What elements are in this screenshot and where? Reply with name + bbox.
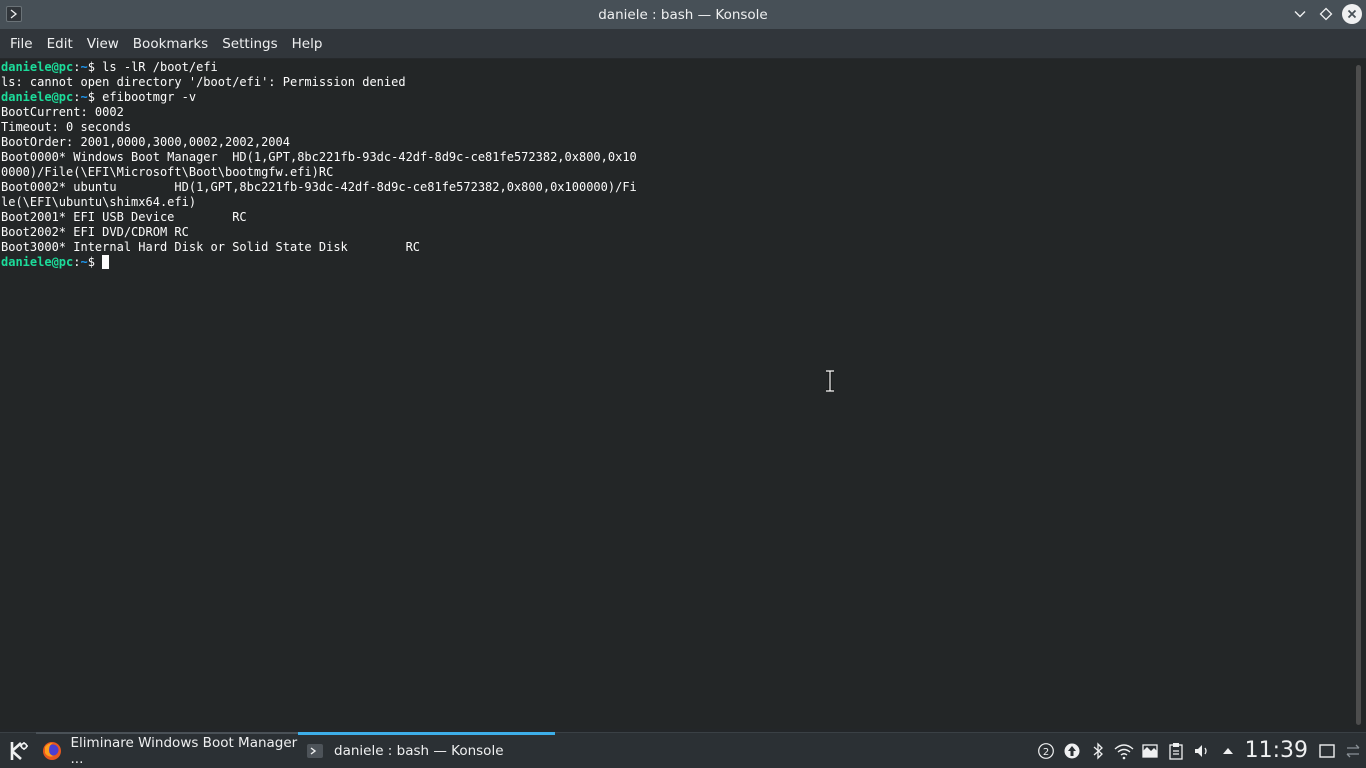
terminal-output-line: Boot0002* ubuntu HD(1,GPT,8bc221fb-93dc-…	[1, 180, 637, 194]
task-firefox[interactable]: Eliminare Windows Boot Manager ...	[36, 731, 298, 768]
terminal-output-line: Timeout: 0 seconds	[1, 120, 132, 134]
maximize-button[interactable]	[1316, 4, 1336, 24]
konsole-icon	[304, 740, 326, 762]
terminal-output-line: BootOrder: 2001,0000,3000,0002,2002,2004	[1, 135, 290, 149]
window-title: daniele : bash — Konsole	[598, 6, 768, 23]
minimize-button[interactable]	[1290, 4, 1310, 24]
svg-text:2: 2	[1042, 747, 1048, 758]
terminal-scrollbar[interactable]	[1352, 59, 1366, 729]
taskbar: Eliminare Windows Boot Manager ... danie…	[0, 731, 1366, 768]
diamond-icon	[1319, 7, 1333, 21]
menu-bookmarks[interactable]: Bookmarks	[127, 29, 214, 59]
menu-view[interactable]: View	[81, 29, 125, 59]
wifi-icon[interactable]	[1111, 733, 1137, 768]
menu-edit[interactable]: Edit	[41, 29, 79, 59]
terminal-output-line: Boot0000* Windows Boot Manager HD(1,GPT,…	[1, 150, 637, 164]
task-konsole[interactable]: daniele : bash — Konsole	[298, 731, 555, 768]
window-titlebar[interactable]: daniele : bash — Konsole	[0, 0, 1366, 29]
close-button[interactable]	[1342, 4, 1362, 24]
chevron-down-icon	[1294, 11, 1306, 18]
text-cursor	[102, 255, 110, 269]
konsole-app-icon[interactable]	[6, 6, 22, 22]
terminal-prompt-line: daniele@pc:~$	[0, 255, 1352, 270]
volume-icon[interactable]	[1189, 733, 1215, 768]
menu-bar: File Edit View Bookmarks Settings Help	[0, 29, 1366, 59]
updates-icon[interactable]	[1059, 733, 1085, 768]
terminal-output-line: Boot2001* EFI USB Device RC	[1, 210, 247, 224]
terminal-output-line: Boot3000* Internal Hard Disk or Solid St…	[1, 240, 421, 254]
mouse-ibeam-cursor-icon	[824, 369, 836, 393]
scrollbar-thumb[interactable]	[1356, 65, 1361, 725]
notifications-icon[interactable]: 2	[1033, 733, 1059, 768]
terminal-area[interactable]: daniele@pc:~$ ls -lR /boot/efi ls: canno…	[0, 59, 1352, 729]
terminal-output-line: 0000)/File(\EFI\Microsoft\Boot\bootmgfw.…	[1, 165, 334, 179]
terminal-prompt-line: daniele@pc:~$ ls -lR /boot/efi	[1, 60, 218, 74]
application-launcher[interactable]	[0, 733, 36, 768]
clock[interactable]: 11:39	[1241, 733, 1314, 768]
terminal-output-line: le(\EFI\ubuntu\shimx64.efi)	[1, 195, 197, 209]
terminal-output-line: Boot2002* EFI DVD/CDROM RC	[1, 225, 189, 239]
close-icon	[1347, 9, 1357, 19]
system-tray: 2 11:39	[1033, 733, 1366, 768]
menu-settings[interactable]: Settings	[216, 29, 283, 59]
bluetooth-icon[interactable]	[1085, 733, 1111, 768]
clipboard-icon[interactable]	[1163, 733, 1189, 768]
panel-settings-icon[interactable]	[1340, 733, 1366, 768]
firefox-icon	[42, 740, 63, 762]
show-desktop-icon[interactable]	[1314, 733, 1340, 768]
menu-help[interactable]: Help	[286, 29, 329, 59]
device-notifier-icon[interactable]	[1137, 733, 1163, 768]
terminal-output-line: ls: cannot open directory '/boot/efi': P…	[1, 75, 406, 89]
terminal-output-line: BootCurrent: 0002	[1, 105, 124, 119]
tray-expand-arrow-icon[interactable]	[1215, 733, 1241, 768]
kde-logo-icon	[10, 741, 28, 760]
terminal-prompt-line: daniele@pc:~$ efibootmgr -v	[1, 90, 197, 104]
menu-file[interactable]: File	[4, 29, 39, 59]
